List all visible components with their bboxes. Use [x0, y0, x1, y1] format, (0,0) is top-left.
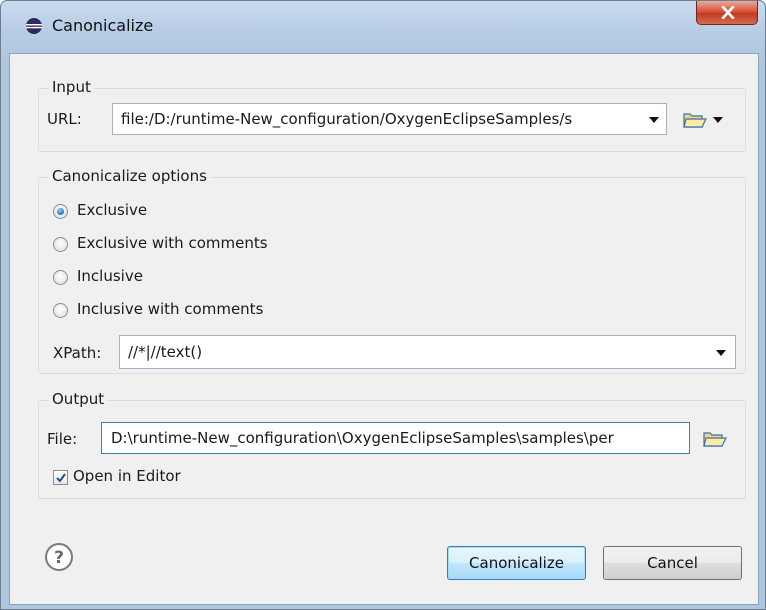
radio-button[interactable] — [53, 270, 68, 285]
radio-label: Inclusive — [77, 267, 143, 285]
cancel-button[interactable]: Cancel — [603, 546, 742, 580]
url-value: file:/D:/runtime-New_configuration/Oxyge… — [121, 110, 573, 128]
radio-label: Exclusive — [77, 201, 148, 219]
open-in-editor-checkbox-row[interactable]: Open in Editor — [53, 467, 253, 489]
url-label: URL: — [47, 110, 82, 128]
close-button[interactable] — [696, 1, 758, 25]
checkmark-icon — [56, 473, 66, 483]
svg-text:?: ? — [54, 548, 64, 568]
chevron-down-icon[interactable] — [649, 117, 659, 123]
eclipse-icon — [26, 18, 42, 34]
file-label: File: — [47, 430, 78, 448]
xpath-label: XPath: — [53, 344, 102, 362]
help-icon[interactable]: ? — [44, 542, 74, 572]
input-group: Input URL: file:/D:/runtime-New_configur… — [38, 78, 746, 152]
options-group-title: Canonicalize options — [49, 167, 210, 185]
output-group: Output File: D:\runtime-New_configuratio… — [38, 390, 746, 499]
radio-button[interactable] — [53, 303, 68, 318]
folder-open-icon[interactable] — [683, 111, 707, 129]
options-group: Canonicalize options Exclusive Exclusive… — [38, 167, 746, 374]
close-icon — [721, 6, 735, 19]
folder-dropdown-icon[interactable] — [713, 117, 723, 123]
dialog-window: Canonicalize Input URL: file:/D:/runtime… — [0, 0, 766, 610]
xpath-combo[interactable]: //*|//text() — [119, 335, 736, 369]
chevron-down-icon[interactable] — [716, 350, 726, 356]
open-in-editor-label: Open in Editor — [73, 467, 181, 485]
file-value: D:\runtime-New_configuration\OxygenEclip… — [111, 429, 614, 447]
radio-button[interactable] — [53, 204, 68, 219]
open-in-editor-checkbox[interactable] — [53, 470, 68, 485]
xpath-value: //*|//text() — [128, 343, 203, 361]
url-combo[interactable]: file:/D:/runtime-New_configuration/Oxyge… — [112, 103, 667, 135]
folder-open-icon[interactable] — [703, 430, 727, 448]
file-input[interactable]: D:\runtime-New_configuration\OxygenEclip… — [101, 422, 690, 454]
input-group-title: Input — [49, 78, 94, 96]
title-bar[interactable]: Canonicalize — [1, 1, 765, 53]
radio-label: Inclusive with comments — [77, 300, 264, 318]
dialog-title: Canonicalize — [52, 16, 154, 35]
canonicalize-button[interactable]: Canonicalize — [447, 546, 586, 580]
output-group-title: Output — [49, 390, 108, 408]
dialog-content: Input URL: file:/D:/runtime-New_configur… — [9, 53, 759, 605]
radio-label: Exclusive with comments — [77, 234, 268, 252]
radio-button[interactable] — [53, 237, 68, 252]
